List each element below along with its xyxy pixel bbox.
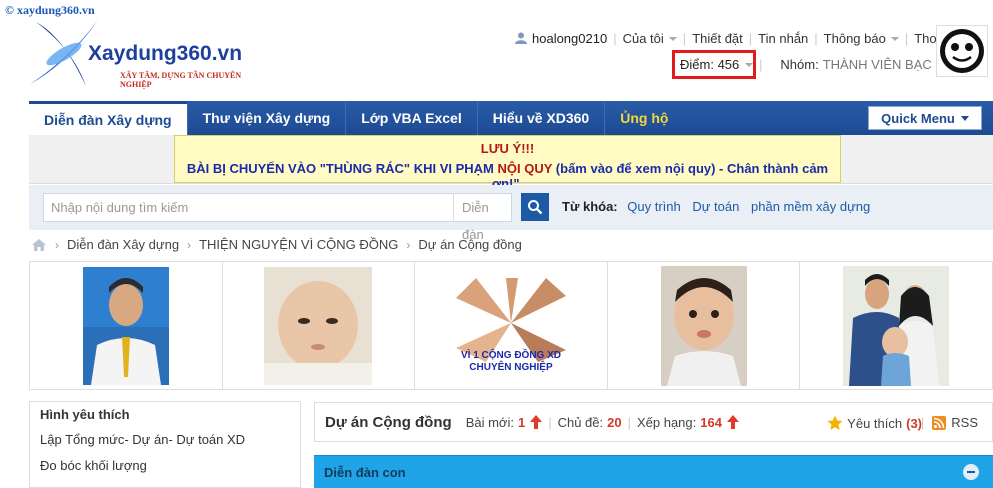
notice-banner[interactable]: LƯU Ý!!! BÀI BỊ CHUYỂN VÀO "THÙNG RÁC" K… — [174, 135, 841, 191]
chevron-right-icon: › — [187, 237, 192, 252]
site-logo[interactable]: Xaydung360.vn XÂY TÂM, DỰNG TẦN CHUYÊN N… — [28, 14, 248, 96]
points-dropdown[interactable]: Điểm: 456 — [672, 50, 756, 79]
search-button[interactable] — [521, 193, 549, 221]
photo-banner: VÌ 1 CỘNG ĐỒNG XD CHUYÊN NGHIỆP — [29, 261, 993, 390]
breadcrumb-item[interactable]: Dự án Cộng đồng — [418, 237, 521, 252]
keywords: Từ khóa: Quy trình Dự toán phần mềm xây … — [562, 199, 878, 214]
home-icon[interactable] — [31, 238, 47, 252]
banner-photo[interactable] — [800, 262, 992, 389]
favorite-count: (3) — [906, 415, 922, 431]
banner-photo[interactable]: VÌ 1 CỘNG ĐỒNG XD CHUYÊN NGHIỆP — [415, 262, 608, 389]
main-nav: Diễn đàn Xây dựng Thư viện Xây dựng Lớp … — [29, 101, 993, 135]
favorites-sidebar: Hình yêu thích Lập Tổng mức- Dự án- Dự t… — [29, 401, 301, 488]
rules-link[interactable]: NỘI QUY — [498, 161, 553, 176]
notice-title: LƯU Ý!!! — [480, 141, 535, 156]
topics-count: 20 — [607, 414, 622, 430]
keyword-link[interactable]: Quy trình — [627, 199, 680, 214]
baby-photo — [264, 266, 373, 385]
keyword-link[interactable]: phần mềm xây dựng — [751, 199, 870, 214]
chevron-down-icon — [960, 115, 969, 121]
rss-icon — [932, 415, 947, 430]
chevron-down-icon — [745, 62, 754, 67]
subforum-title: Diễn đàn con — [324, 464, 406, 480]
forum-stats: Bài mới: 1 | Chủ đề: 20 | Xếp hạng: 164 — [466, 415, 739, 430]
chevron-down-icon — [890, 37, 899, 42]
rss-link[interactable]: | RSS — [921, 415, 978, 430]
sidebar-title: Hình yêu thích — [40, 407, 130, 422]
breadcrumb-item[interactable]: Diễn đàn Xây dựng — [67, 237, 179, 252]
favorite-button[interactable]: Yêu thích (3) — [827, 415, 922, 431]
group-value: THÀNH VIÊN BẠC — [822, 57, 932, 72]
menu-settings[interactable]: Thiết đặt — [692, 31, 743, 46]
chevron-down-icon — [668, 37, 677, 42]
subforum-header[interactable]: Diễn đàn con — [314, 455, 993, 488]
banner-photo[interactable] — [30, 262, 223, 389]
points-label: Điểm: — [680, 57, 714, 72]
tab-support[interactable]: Ủng hộ — [605, 101, 683, 135]
keyword-link[interactable]: Dự toán — [692, 199, 739, 214]
sidebar-item[interactable]: Đo bóc khối lượng — [30, 452, 300, 478]
breadcrumb-item[interactable]: THIỆN NGUYỆN VÌ CỘNG ĐỒNG — [199, 237, 398, 252]
man-portrait-photo — [82, 266, 169, 385]
new-posts-count: 1 — [517, 414, 526, 430]
family-photo — [843, 265, 950, 386]
sidebar-item[interactable]: Lập Tổng mức- Dự án- Dự toán XD — [30, 426, 300, 452]
search-bar: Nhập nội dung tìm kiếm Diễn đàn Từ khóa:… — [29, 185, 993, 242]
forum-header: Dự án Cộng đồng Bài mới: 1 | Chủ đề: 20 … — [314, 402, 993, 442]
arrow-up-icon — [530, 415, 543, 429]
user-group[interactable]: | Nhóm: THÀNH VIÊN BẠC — [759, 57, 945, 72]
collapse-icon[interactable] — [963, 464, 979, 480]
rank-value: 164 — [700, 414, 722, 430]
user-bar: hoalong0210 | Của tôi | Thiết đặt | Tin … — [515, 30, 947, 46]
group-label: Nhóm: — [780, 57, 819, 72]
banner-caption: VÌ 1 CỘNG ĐỒNG XD CHUYÊN NGHIỆP — [460, 349, 561, 373]
search-scope-select[interactable]: Diễn đàn — [453, 193, 512, 242]
menu-messages[interactable]: Tin nhắn — [758, 31, 808, 46]
notice-area: LƯU Ý!!! BÀI BỊ CHUYỂN VÀO "THÙNG RÁC" K… — [29, 135, 993, 191]
banner-photo[interactable] — [223, 262, 416, 389]
star-icon — [827, 415, 843, 430]
banner-photo[interactable] — [608, 262, 801, 389]
tab-forum[interactable]: Diễn đàn Xây dựng — [29, 101, 188, 135]
breadcrumb: › Diễn đàn Xây dựng › THIỆN NGUYỆN VÌ CỘ… — [31, 237, 522, 252]
child-photo — [660, 265, 747, 386]
logo-text: Xaydung360.vn — [88, 42, 243, 65]
tab-vba-excel[interactable]: Lớp VBA Excel — [346, 101, 478, 135]
user-icon — [515, 32, 527, 44]
tab-about[interactable]: Hiểu về XD360 — [478, 101, 606, 135]
quick-menu-button[interactable]: Quick Menu — [868, 106, 982, 130]
arrow-up-icon — [726, 415, 739, 429]
username-link[interactable]: hoalong0210 — [532, 31, 607, 46]
avatar-image — [940, 29, 984, 73]
points-value: 456 — [717, 57, 740, 72]
logo-tagline: XÂY TÂM, DỰNG TẦN CHUYÊN NGHIỆP — [120, 71, 242, 89]
tab-library[interactable]: Thư viện Xây dựng — [188, 101, 347, 135]
chevron-right-icon: › — [55, 237, 59, 252]
search-input[interactable]: Nhập nội dung tìm kiếm — [43, 193, 454, 222]
avatar[interactable] — [936, 25, 988, 77]
menu-my-account[interactable]: Của tôi — [623, 31, 677, 46]
keywords-label: Từ khóa: — [562, 199, 618, 214]
chevron-right-icon: › — [406, 237, 411, 252]
forum-title: Dự án Cộng đồng — [325, 413, 452, 431]
search-icon — [528, 200, 543, 215]
menu-notifications[interactable]: Thông báo — [824, 31, 899, 46]
